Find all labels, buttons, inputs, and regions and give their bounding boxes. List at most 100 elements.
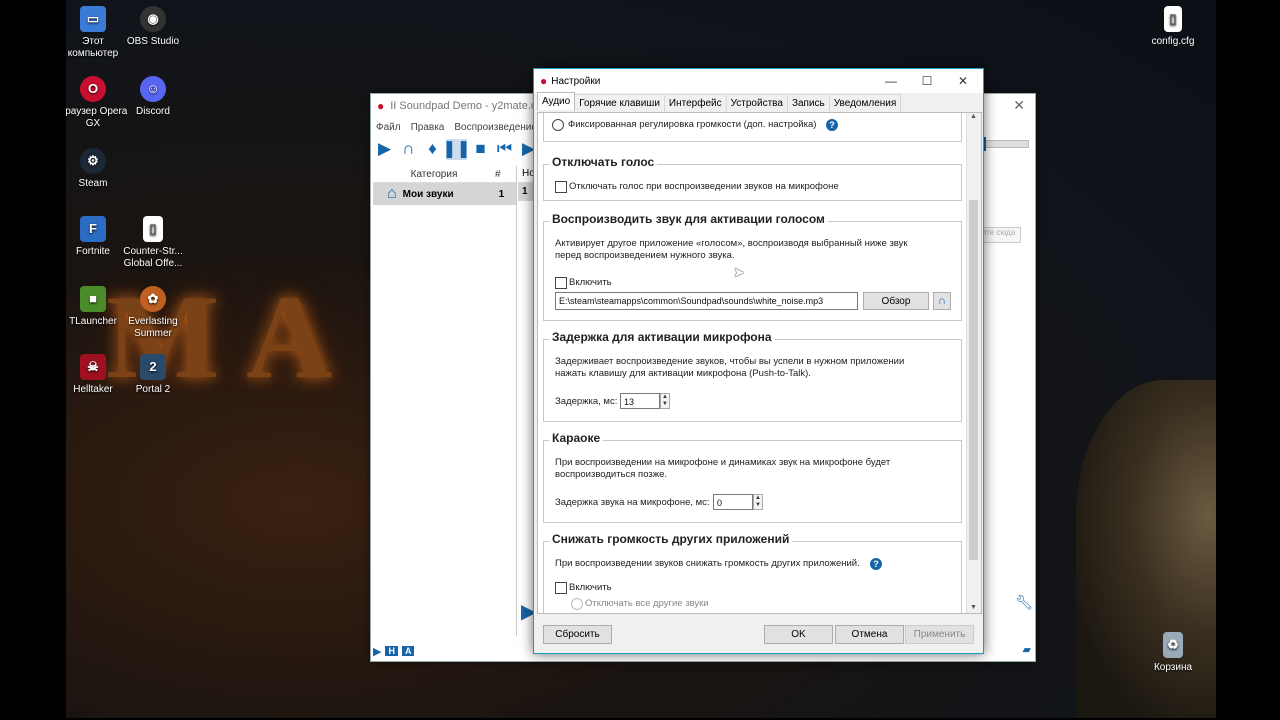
previous-icon[interactable]: ⏮	[494, 139, 515, 160]
desktop-icon-everlasting[interactable]: ✿ Everlasting Summer	[118, 286, 188, 340]
browse-button[interactable]: Обзор	[863, 292, 929, 310]
menu-playback[interactable]: Воспроизведение	[454, 122, 537, 133]
karaoke-title: Караоке	[549, 431, 604, 445]
desktop-icon-label: Fortnite	[76, 246, 110, 257]
reset-button[interactable]: Сбросить	[543, 625, 612, 644]
everlasting-icon: ✿	[140, 286, 166, 312]
tab-interface[interactable]: Интерфейс	[663, 94, 727, 112]
karaoke-description: При воспроизведении на микрофоне и динам…	[555, 457, 891, 480]
desktop-icon-discord[interactable]: ☺ Discord	[118, 76, 188, 118]
mute-all-radio[interactable]	[571, 598, 583, 610]
desktop-icon-config[interactable]: ▯ config.cfg	[1138, 6, 1208, 48]
settings-tabs: Аудио Горячие клавиши Интерфейс Устройст…	[537, 92, 902, 112]
pause-icon[interactable]: ❚❚	[442, 138, 471, 160]
duck-volume-checkbox[interactable]	[555, 582, 567, 594]
close-icon[interactable]: ✕	[1013, 97, 1025, 114]
desktop-icon-csgo[interactable]: ▯ Counter-Str... Global Offe...	[118, 216, 188, 270]
category-column-header[interactable]: Категория	[373, 169, 495, 180]
voice-activation-description: Активирует другое приложение «голосом», …	[555, 238, 908, 261]
desktop-icon-label: Everlasting Summer	[128, 316, 178, 339]
sound-path-input[interactable]: E:\steam\steamapps\common\Soundpad\sound…	[555, 292, 858, 310]
desktop-icon-label: Counter-Str... Global Offe...	[123, 246, 183, 269]
sound-row-number[interactable]: 1	[518, 183, 534, 201]
play-icon[interactable]: ▶	[374, 139, 395, 160]
chat-icon[interactable]: ▰	[1023, 643, 1031, 656]
hotkeys-badge[interactable]: H	[385, 646, 398, 656]
tooltip-text: чтобы узнать подробнее, наведите сюда	[984, 228, 1016, 237]
maximize-icon[interactable]: ☐	[909, 69, 945, 93]
mic-delay-group: Задержка для активации микрофона Задержи…	[543, 330, 962, 422]
scroll-up-icon[interactable]: ▲	[970, 113, 977, 120]
soundpad-title: II Soundpad Demo - y2mate.com	[390, 100, 552, 112]
tooltip-fragment: чтобы узнать подробнее, наведите сюда	[983, 227, 1021, 243]
mute-voice-label: Отключать голос при воспроизведении звук…	[569, 181, 839, 192]
fixed-volume-label: Фиксированная регулировка громкости (доп…	[568, 119, 817, 130]
duck-volume-enable-label: Включить	[569, 582, 612, 593]
portal-icon: 2	[140, 354, 166, 380]
help-icon[interactable]: ?	[826, 119, 838, 131]
mic-delay-label: Задержка, мс:	[555, 396, 618, 407]
close-icon[interactable]: ✕	[945, 69, 981, 93]
karaoke-delay-stepper[interactable]: ▲ ▼	[753, 494, 763, 510]
apply-button[interactable]: Применить	[905, 625, 974, 644]
wrench-icon[interactable]: 🔧︎	[1015, 594, 1033, 611]
category-label: Мои звуки	[402, 188, 454, 200]
obs-icon: ◉	[140, 6, 166, 32]
cancel-button[interactable]: Отмена	[835, 625, 904, 644]
autoplay-badge[interactable]: A	[401, 646, 415, 656]
computer-icon: ▭	[80, 6, 106, 32]
status-play-icon[interactable]: ▶	[373, 645, 381, 658]
desktop-icon-recycle-bin[interactable]: ♻ Корзина	[1138, 632, 1208, 674]
category-row[interactable]: ⌂ Мои звуки 1	[373, 183, 516, 205]
settings-app-icon: ●	[540, 74, 548, 88]
tab-recording[interactable]: Запись	[786, 94, 830, 112]
desktop-icon-steam[interactable]: ⚙ Steam	[66, 148, 128, 190]
menu-file[interactable]: Файл	[376, 122, 401, 133]
microphone-icon[interactable]: ♦	[422, 139, 443, 160]
minimize-icon[interactable]: —	[873, 69, 909, 93]
help-icon[interactable]: ?	[870, 558, 882, 570]
tab-devices[interactable]: Устройства	[725, 94, 788, 112]
mic-delay-stepper[interactable]: ▲ ▼	[660, 393, 670, 409]
volume-slider[interactable]	[978, 137, 1029, 151]
desktop-icon-portal2[interactable]: 2 Portal 2	[118, 354, 188, 396]
wallpaper-letter-a: A	[246, 270, 333, 403]
voice-activation-checkbox[interactable]	[555, 277, 567, 289]
scrollbar-thumb[interactable]	[969, 200, 978, 560]
mute-voice-group: Отключать голос Отключать голос при восп…	[543, 155, 962, 201]
fixed-volume-radio[interactable]	[552, 119, 564, 131]
settings-scrollbar[interactable]: ▲ ▼	[966, 113, 981, 613]
recycle-bin-icon: ♻	[1163, 632, 1183, 658]
soundpad-app-icon: ●	[377, 99, 385, 113]
count-column-header[interactable]: #	[495, 169, 501, 180]
voice-activation-enable-label: Включить	[569, 277, 612, 288]
karaoke-delay-input[interactable]: 0	[713, 494, 753, 510]
desktop-icon-label: Helltaker	[73, 384, 113, 395]
name-column-header[interactable]: Но	[518, 166, 535, 183]
mic-delay-input[interactable]: 13	[620, 393, 660, 409]
headphones-icon[interactable]: ∩	[398, 139, 419, 160]
settings-title: Настройки	[551, 75, 601, 87]
mic-delay-description: Задерживает воспроизведение звуков, чтоб…	[555, 356, 905, 379]
desktop-icon-obs[interactable]: ◉ OBS Studio	[118, 6, 188, 48]
duck-volume-title: Снижать громкость других приложений	[549, 532, 793, 546]
steam-icon: ⚙	[80, 148, 106, 174]
tlauncher-icon: ■	[80, 286, 106, 312]
settings-dialog[interactable]: ● Настройки — ☐ ✕ Аудио Горячие клавиши …	[533, 68, 984, 654]
soundpad-statusbar: ▶ H A	[373, 643, 415, 659]
ok-button[interactable]: OK	[764, 625, 833, 644]
file-icon: ▯	[1164, 6, 1182, 32]
preview-headphones-icon[interactable]: ∩	[933, 292, 951, 310]
voice-activation-title: Воспроизводить звук для активации голосо…	[549, 212, 828, 226]
stop-icon[interactable]: ■	[470, 139, 491, 160]
tab-notifications[interactable]: Уведомления	[828, 94, 902, 112]
audio-settings-panel: Фиксированная регулировка громкости (доп…	[537, 112, 982, 614]
tab-audio[interactable]: Аудио	[537, 92, 576, 110]
opera-icon: O	[80, 76, 106, 102]
scroll-down-icon[interactable]: ▼	[970, 604, 977, 611]
mic-delay-title: Задержка для активации микрофона	[549, 330, 775, 344]
mute-voice-checkbox[interactable]	[555, 181, 567, 193]
tab-hotkeys[interactable]: Горячие клавиши	[574, 94, 665, 112]
mute-all-label: Отключать все другие звуки	[585, 598, 709, 609]
menu-edit[interactable]: Правка	[411, 122, 445, 133]
